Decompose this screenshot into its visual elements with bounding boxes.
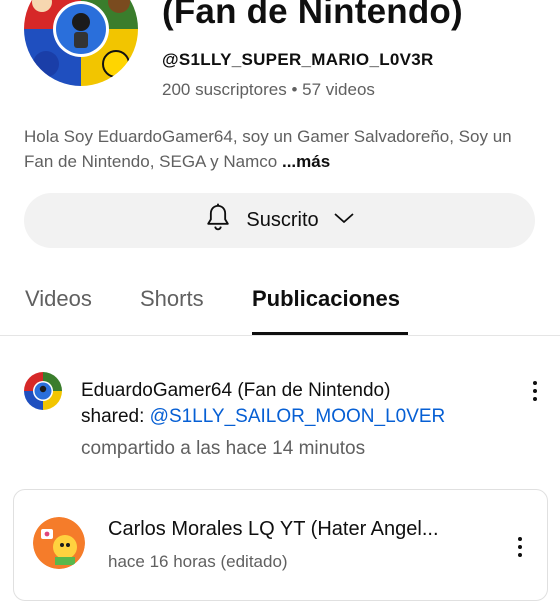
channel-avatar[interactable] [24,0,138,86]
more-link[interactable]: ...más [282,152,330,171]
tab-videos[interactable]: Videos [25,286,92,312]
channel-handle: @S1LLY_SUPER_MARIO_L0V3R [162,50,434,69]
post-author-avatar-image [24,372,62,410]
channel-name: (Fan de Nintendo) [162,0,463,31]
stats-separator: • [286,80,303,99]
shared-post-meta: hace 16 horas (editado) [108,552,288,571]
tabs-divider [0,335,560,336]
post-shared-line: shared: @S1LLY_SAILOR_MOON_L0VER [81,404,445,430]
subscribed-button[interactable]: Suscrito [24,193,535,248]
subscriber-count: 200 suscriptores [162,80,287,99]
chevron-down-icon [333,211,355,230]
post-more-options-icon[interactable] [523,376,547,406]
shared-post-author[interactable]: Carlos Morales LQ YT (Hater Angel... [108,518,478,541]
post-author-name[interactable]: EduardoGamer64 (Fan de Nintendo) [81,378,390,404]
shared-handle-link[interactable]: @S1LLY_SAILOR_MOON_L0VER [150,406,446,427]
post-author-avatar[interactable] [24,372,62,410]
tab-shorts[interactable]: Shorts [140,286,204,312]
subscribed-label: Suscrito [246,209,319,231]
shared-label: shared: [81,406,150,427]
shared-post-avatar-image [33,517,85,569]
shared-post-avatar[interactable] [33,517,85,569]
channel-description[interactable]: Hola Soy EduardoGamer64, soy un Gamer Sa… [24,124,529,174]
channel-avatar-image [24,0,138,86]
channel-stats: 200 suscriptores • 57 videos [162,80,375,100]
description-text: Hola Soy EduardoGamer64, soy un Gamer Sa… [24,127,512,171]
shared-post-card[interactable] [13,489,548,601]
tab-publicaciones[interactable]: Publicaciones [252,286,400,312]
video-count: 57 videos [302,80,375,99]
post-timestamp: compartido a las hace 14 minutos [81,438,366,459]
bell-icon [204,203,232,238]
shared-post-more-options-icon[interactable] [508,532,532,562]
